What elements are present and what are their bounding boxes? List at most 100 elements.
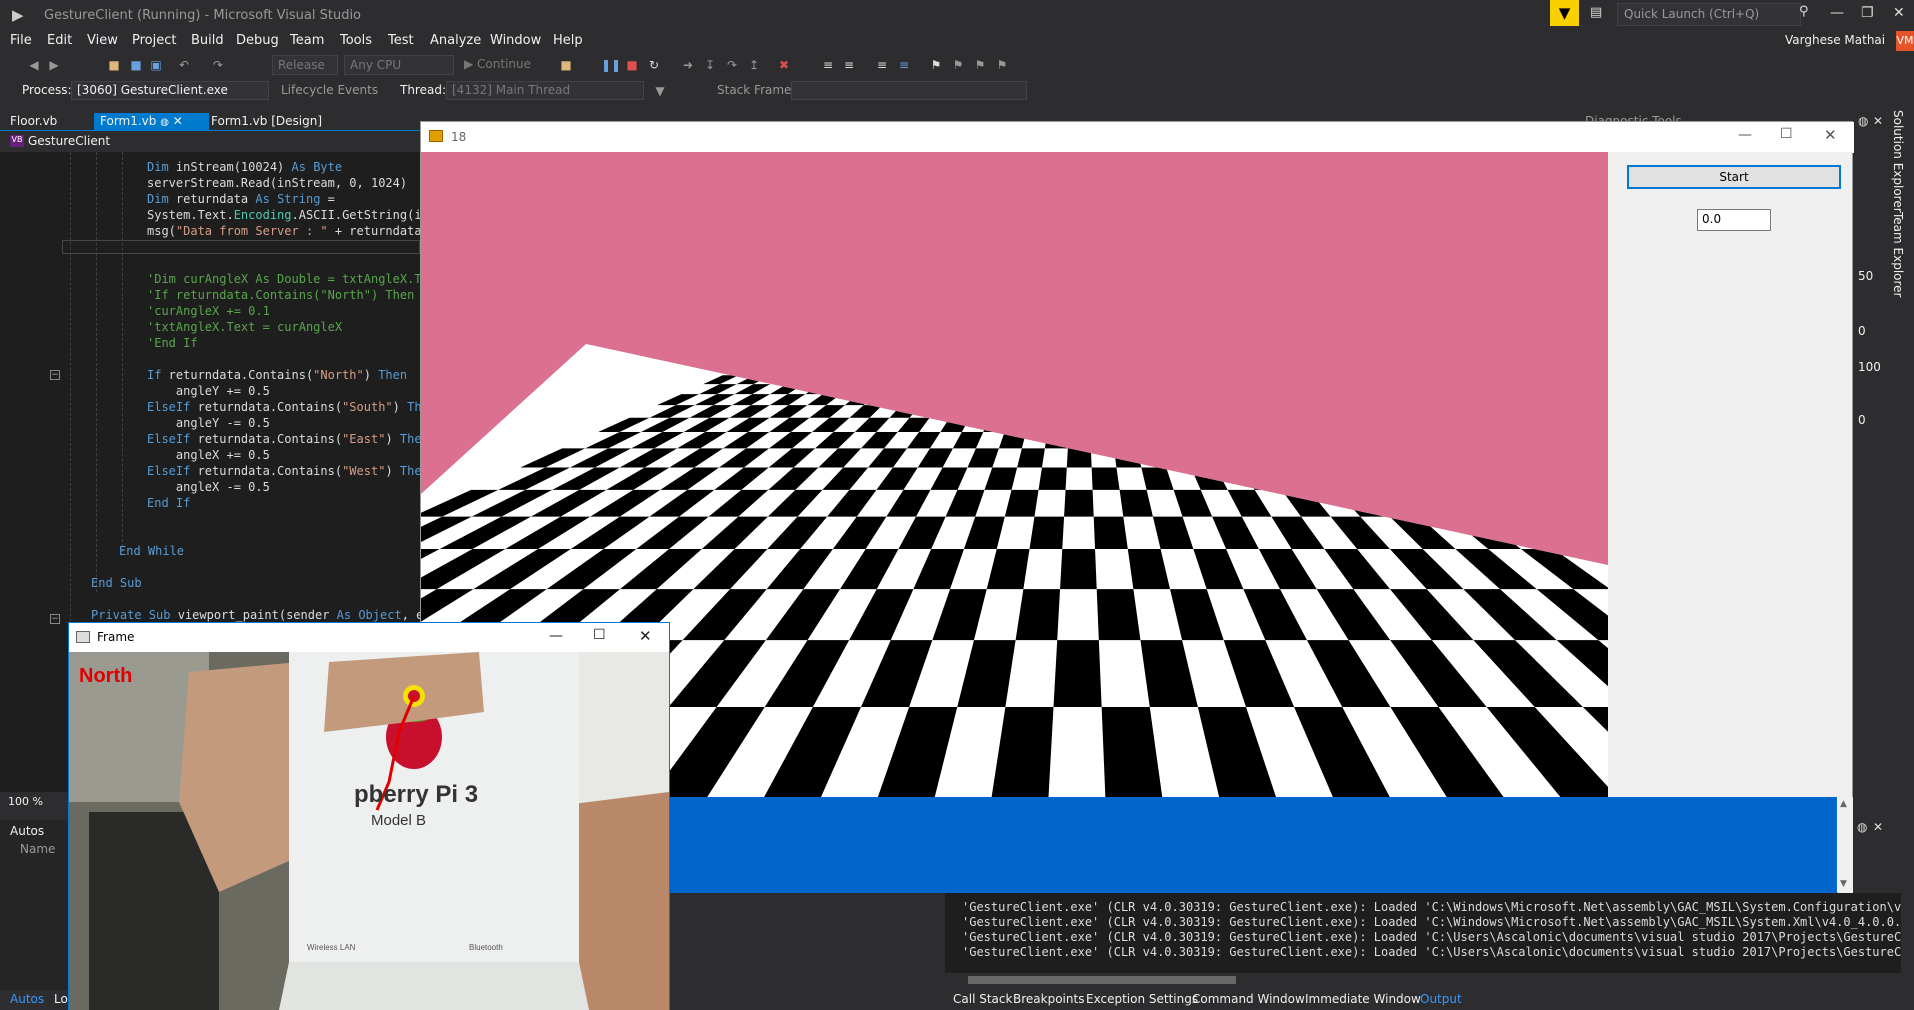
floor-tile [1261,432,1298,449]
show-next-statement-icon[interactable]: ➜ [680,57,696,73]
stack-frame-select[interactable] [791,81,1027,100]
thread-select[interactable]: [4132] Main Thread [446,81,644,100]
save-icon[interactable]: ■ [128,57,144,73]
lifecycle-events-button[interactable]: Lifecycle Events [281,83,378,97]
solution-explorer-tab[interactable]: Solution Explorer [1891,110,1905,213]
restart-icon[interactable]: ↻ [646,57,662,73]
format-icon[interactable]: ≡ [820,57,836,73]
menu-analyze[interactable]: Analyze [430,33,481,48]
panel-close-icon[interactable]: ✕ [1873,114,1883,128]
tab-command-window[interactable]: Command Window [1192,992,1305,1006]
collapse-icon[interactable]: − [50,614,60,624]
bookmark-icon[interactable]: ⚑ [928,57,944,73]
comment-icon[interactable]: ≡ [874,57,890,73]
project-dropdown[interactable]: GestureClient [28,134,110,148]
attach-icon[interactable]: ■ [558,57,574,73]
save-all-icon[interactable]: ▣ [148,57,164,73]
redo-icon[interactable]: ↷ [210,57,226,73]
menu-tools[interactable]: Tools [340,33,372,48]
indent-icon[interactable]: ≡ [841,57,857,73]
close-button[interactable]: ✕ [1893,5,1905,21]
back-icon[interactable]: ◀ [26,57,42,73]
break-all-icon[interactable]: ❚❚ [601,57,621,73]
tab-form1-design[interactable]: Form1.vb [Design] [205,113,328,130]
uncomment-icon[interactable]: ≡ [896,57,912,73]
tab-call-stack[interactable]: Call Stack [953,992,1012,1006]
search-icon[interactable]: ⚲ [1799,4,1809,19]
tab-output[interactable]: Output [1420,992,1462,1006]
navigation-bar: VB GestureClient [0,131,420,152]
floor-tile [1222,384,1248,395]
process-select[interactable]: [3060] GestureClient.exe [71,81,269,100]
forward-icon[interactable]: ▶ [46,57,62,73]
zoom-level[interactable]: 100 % [0,793,68,810]
frame-close-button[interactable]: ✕ [639,627,652,645]
prev-bookmark-icon[interactable]: ⚑ [950,57,966,73]
scroll-down-icon[interactable]: ▼ [1840,879,1847,889]
platform-select[interactable]: Any CPU [344,55,454,75]
collapse-icon[interactable]: − [50,370,60,380]
tab-immediate-window[interactable]: Immediate Window [1305,992,1421,1006]
menu-project[interactable]: Project [132,33,176,48]
tab-autos[interactable]: Autos [10,992,44,1006]
pin-icon[interactable]: ◍ [160,117,169,128]
feedback-icon[interactable]: ▤ [1590,5,1602,20]
avatar[interactable]: VM [1896,31,1914,51]
continue-button[interactable]: ▶ Continue [464,57,531,71]
scroll-up-icon[interactable]: ▲ [1840,799,1847,809]
menu-team[interactable]: Team [290,33,324,48]
notification-filter-icon[interactable]: ▼ [1550,0,1579,26]
floor-tile [1201,405,1230,418]
menu-edit[interactable]: Edit [47,33,72,48]
panel-pin-icon[interactable]: ◍ [1858,114,1868,128]
quick-launch-input[interactable]: Quick Launch (Ctrl+Q) [1617,3,1801,26]
start-button[interactable]: Start [1627,165,1841,189]
menu-build[interactable]: Build [191,33,224,48]
step-out-icon[interactable]: ↥ [746,57,762,73]
scrollbar[interactable]: ▲ ▼ [1838,797,1853,893]
team-explorer-tab[interactable]: Team Explorer [1891,212,1905,298]
floor-tile [1244,337,1263,342]
tab-locals[interactable]: Lo [54,992,68,1006]
menu-help[interactable]: Help [553,33,583,48]
scroll-thumb[interactable] [968,976,1236,984]
menu-window[interactable]: Window [490,33,541,48]
filter-icon[interactable]: ▼ [652,83,668,99]
user-name[interactable]: Varghese Mathai [1785,33,1885,47]
configuration-select[interactable]: Release [272,55,338,75]
frame-minimize-button[interactable]: — [549,628,563,644]
undo-icon[interactable]: ↶ [176,57,192,73]
game-close-button[interactable]: ✕ [1824,126,1837,144]
stop-icon[interactable]: ■ [624,57,640,73]
output-pin-icon[interactable]: ◍ [1857,820,1867,834]
code-line: End If [147,496,191,510]
exception-icon[interactable]: ✖ [776,57,792,73]
next-bookmark-icon[interactable]: ⚑ [972,57,988,73]
step-into-icon[interactable]: ↧ [702,57,718,73]
game-minimize-button[interactable]: — [1738,127,1752,143]
frame-maximize-button[interactable]: ☐ [593,627,606,643]
tab-close-icon[interactable]: ✕ [173,114,183,128]
menu-debug[interactable]: Debug [236,33,279,48]
floor-tile [1074,337,1087,342]
output-close-icon[interactable]: ✕ [1873,820,1883,834]
step-over-icon[interactable]: ↷ [724,57,740,73]
tab-breakpoints[interactable]: Breakpoints [1013,992,1084,1006]
floor-tile [1179,332,1195,337]
tab-exception-settings[interactable]: Exception Settings [1086,992,1198,1006]
tab-form1-vb[interactable]: Form1.vb ◍ ✕ [94,113,209,130]
clear-bookmarks-icon[interactable]: ⚑ [994,57,1010,73]
floor-tile [1314,405,1350,418]
open-file-icon[interactable]: ■ [106,57,122,73]
menu-view[interactable]: View [87,33,118,48]
angle-input[interactable]: 0.0 [1697,209,1771,231]
floor-tile [803,375,834,385]
minimize-button[interactable]: — [1830,5,1844,21]
menu-file[interactable]: File [10,33,32,48]
floor-tile [1042,360,1059,368]
maximize-button[interactable]: ❐ [1861,5,1874,21]
menu-test[interactable]: Test [388,33,414,48]
game-maximize-button[interactable]: ☐ [1780,126,1793,142]
tab-floor-vb[interactable]: Floor.vb [4,113,63,130]
output-hscrollbar[interactable] [956,973,1868,987]
